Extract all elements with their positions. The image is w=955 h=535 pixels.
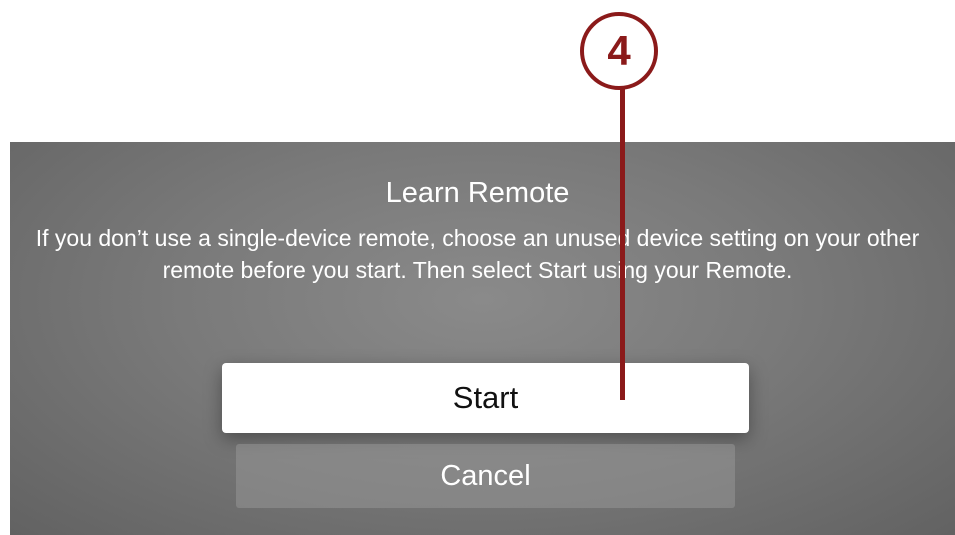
page: Learn Remote If you don’t use a single-d… (0, 0, 955, 535)
callout-pointer-line (620, 88, 625, 400)
start-button[interactable]: Start (222, 363, 749, 433)
cancel-button[interactable]: Cancel (236, 444, 735, 508)
dialog-title: Learn Remote (385, 177, 570, 209)
dialog-message: If you don’t use a single-device remote,… (35, 225, 920, 283)
callout-number: 4 (607, 27, 631, 74)
